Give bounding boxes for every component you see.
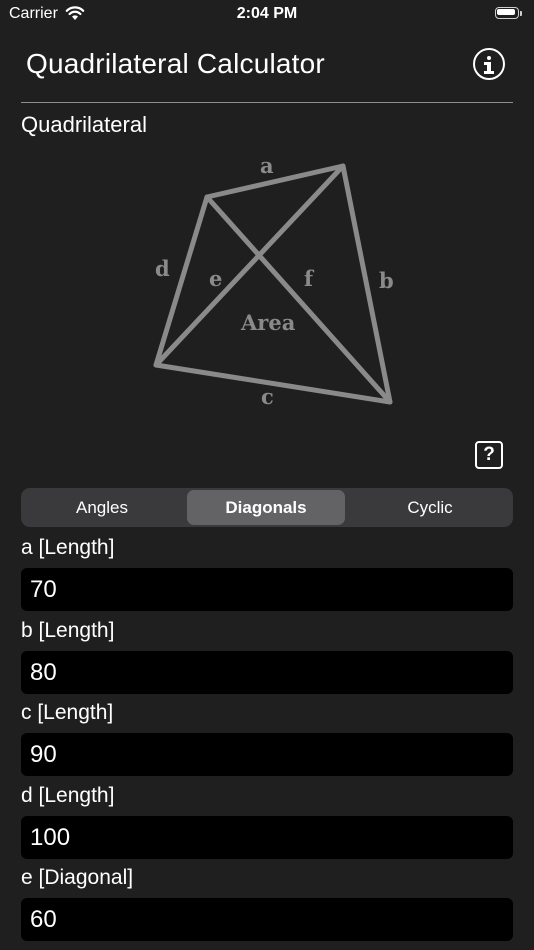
clock: 2:04 PM — [236, 5, 298, 22]
field-label-b: b [Length] — [21, 619, 115, 642]
side-d-label: d — [155, 256, 170, 281]
battery-icon — [495, 7, 523, 21]
page-title: Quadrilateral Calculator — [26, 48, 325, 79]
tab-diagonals[interactable]: Diagonals — [187, 490, 345, 525]
quadrilateral-diagram: a b c d e f Area — [153, 153, 394, 409]
field-label-d: d [Length] — [21, 784, 115, 807]
input-a[interactable]: 70 — [21, 568, 513, 611]
section-label: Quadrilateral — [21, 112, 147, 137]
info-icon[interactable] — [473, 48, 505, 80]
input-b[interactable]: 80 — [21, 651, 513, 694]
tab-cyclic[interactable]: Cyclic — [351, 490, 509, 525]
diagonal-f-label: f — [304, 266, 315, 291]
status-bar: Carrier 2:04 PM — [0, 0, 534, 30]
area-label: Area — [240, 310, 296, 335]
input-d[interactable]: 100 — [21, 816, 513, 859]
tab-angles[interactable]: Angles — [23, 490, 181, 525]
quadrilateral-shape — [153, 163, 393, 405]
help-icon[interactable]: ? — [475, 441, 503, 469]
diagonal-e-label: e — [209, 266, 222, 291]
field-label-a: a [Length] — [21, 536, 115, 559]
field-label-c: c [Length] — [21, 701, 114, 724]
side-c-label: c — [261, 384, 274, 409]
field-label-e: e [Diagonal] — [21, 866, 134, 889]
input-c[interactable]: 90 — [21, 733, 513, 776]
side-a-label: a — [260, 153, 274, 178]
header-divider — [21, 102, 513, 103]
diagonal-f — [204, 194, 393, 405]
mode-segmented-control: Angles Diagonals Cyclic — [21, 488, 513, 527]
input-e[interactable]: 60 — [21, 898, 513, 941]
side-b-label: b — [379, 268, 394, 293]
